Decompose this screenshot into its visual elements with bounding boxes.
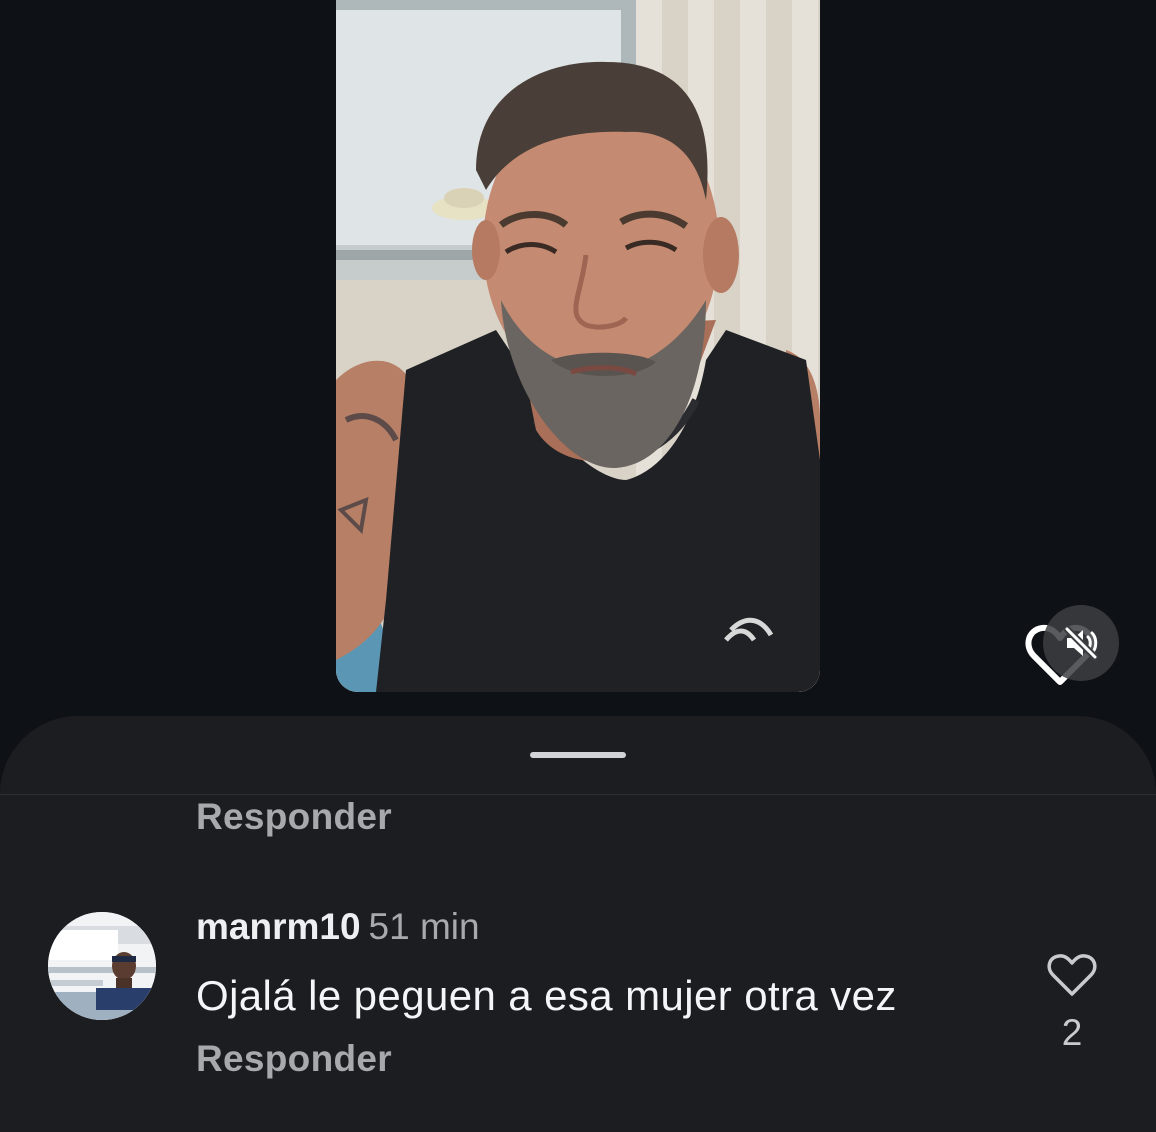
reply-button[interactable]: Responder	[196, 796, 392, 838]
comment-meta: manrm10 51 min	[196, 906, 480, 948]
comment-timestamp: 51 min	[368, 906, 480, 947]
heart-outline-icon[interactable]	[1046, 952, 1098, 998]
screen: Responder manrm10 51 min Ojalá le peguen…	[0, 0, 1156, 1132]
reply-button[interactable]: Responder	[196, 1038, 392, 1080]
video-frame	[336, 0, 820, 692]
sheet-drag-handle[interactable]	[530, 752, 626, 758]
like-count: 2	[1061, 1012, 1083, 1053]
avatar[interactable]	[48, 912, 156, 1020]
speaker-muted-icon	[1063, 625, 1099, 661]
video-player[interactable]	[336, 0, 820, 692]
sheet-divider	[0, 794, 1156, 795]
mute-button[interactable]	[1043, 605, 1119, 681]
avatar-photo	[48, 912, 156, 1020]
comment-text: Ojalá le peguen a esa mujer otra vez	[196, 972, 897, 1019]
comment-username[interactable]: manrm10	[196, 906, 361, 947]
comments-sheet: Responder manrm10 51 min Ojalá le peguen…	[0, 716, 1156, 1132]
